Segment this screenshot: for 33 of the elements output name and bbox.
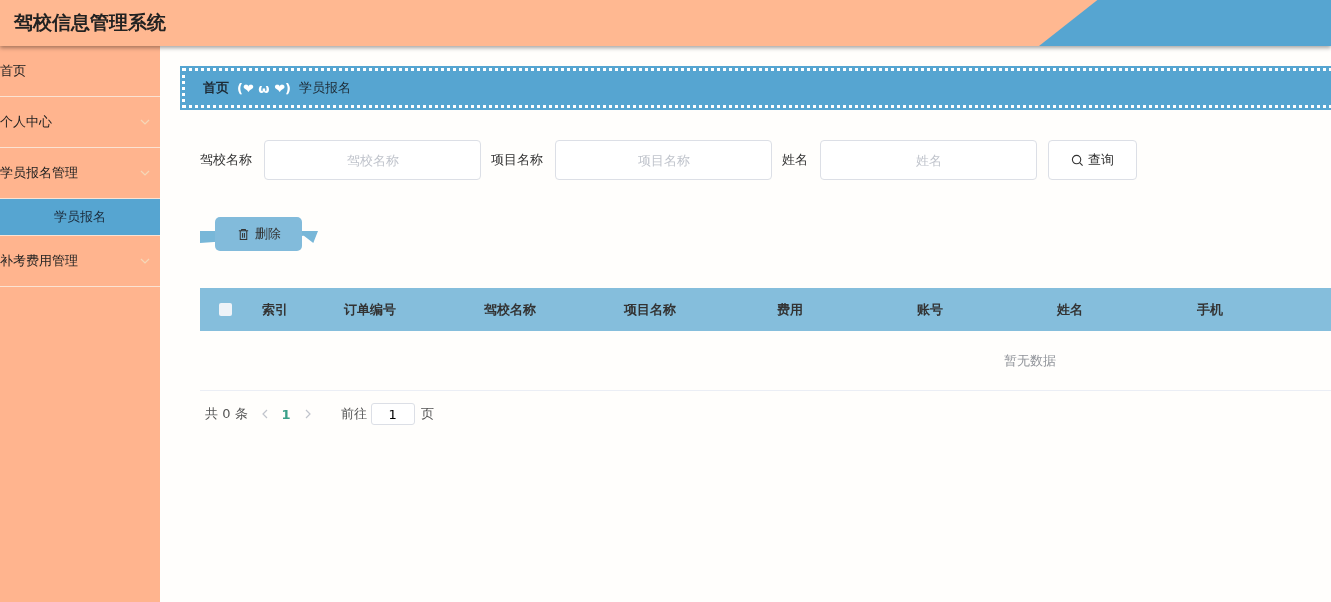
breadcrumb-separator: (❤ ω ❤): [237, 80, 292, 96]
goto-label: 前往: [340, 405, 367, 423]
submenu-item[interactable]: 学员报名: [0, 199, 160, 236]
chevron-icon: [140, 258, 150, 264]
column-header: 账号: [917, 300, 943, 319]
chevron-icon: [140, 170, 150, 176]
next-page-icon[interactable]: [304, 409, 311, 419]
total-count: 共 0 条: [205, 405, 248, 423]
breadcrumb-link[interactable]: 首页: [203, 79, 229, 97]
column-header: 索引: [262, 300, 288, 319]
search-field[interactable]: 项目名称: [555, 140, 772, 180]
delete-button[interactable]: 删除: [215, 217, 302, 251]
search-field[interactable]: 姓名: [820, 140, 1037, 180]
column-header: 手机: [1197, 300, 1223, 319]
field-label: 驾校名称: [200, 151, 252, 169]
search-button[interactable]: 查询: [1048, 140, 1137, 180]
column-header: 订单编号: [344, 300, 396, 319]
column-header: 费用: [777, 300, 803, 319]
column-header: 驾校名称: [484, 300, 536, 319]
field-label: 姓名: [782, 151, 808, 169]
column-header: 姓名: [1057, 300, 1083, 319]
empty-message: 暂无数据: [1004, 351, 1056, 370]
page-suffix: 页: [420, 405, 434, 423]
search-field[interactable]: 驾校名称: [264, 140, 481, 180]
chevron-icon: [140, 119, 150, 125]
field-label: 项目名称: [491, 151, 543, 169]
search-icon: [1071, 153, 1084, 167]
app-title: 驾校信息管理系统: [14, 10, 166, 35]
prev-page-icon[interactable]: [261, 409, 268, 419]
select-all-checkbox[interactable]: [218, 303, 232, 316]
page-input[interactable]: 1: [370, 403, 415, 425]
column-header: 项目名称: [624, 300, 676, 319]
trash-icon: [236, 227, 250, 241]
